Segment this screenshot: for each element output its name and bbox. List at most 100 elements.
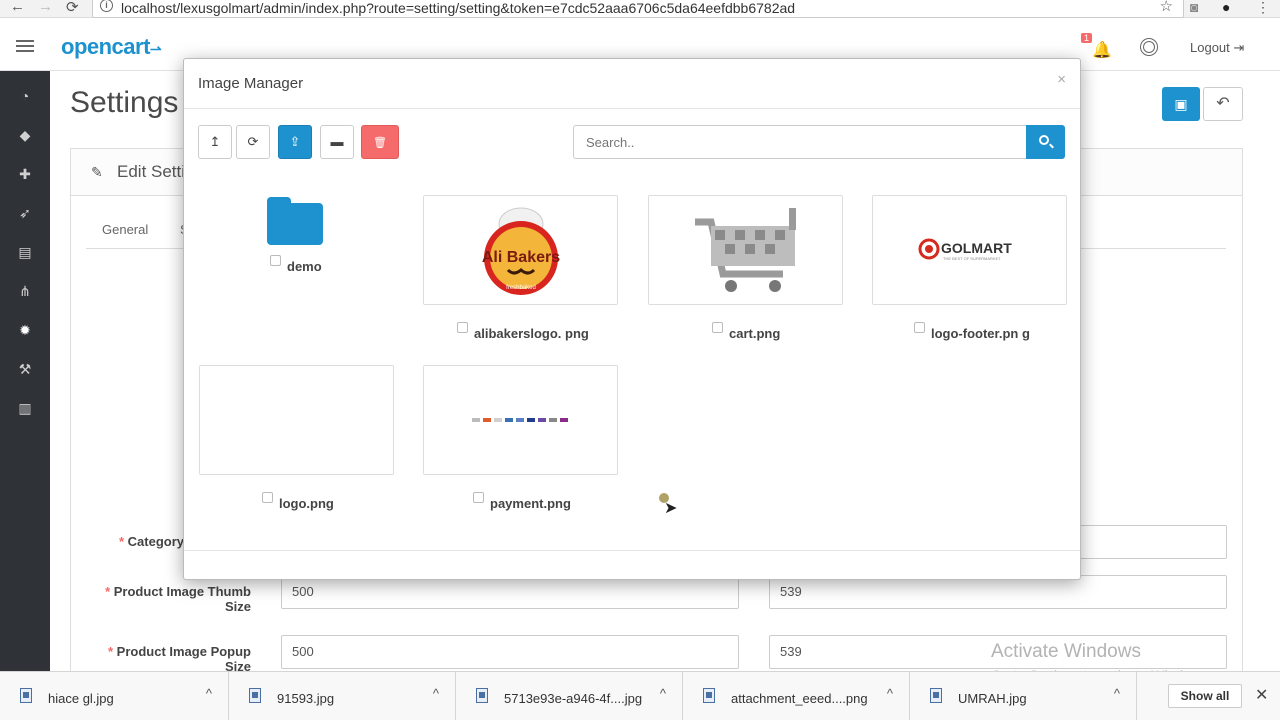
svg-text:Ali Bakers: Ali Bakers [482,249,560,266]
golmart-logo-image: GOLMART THE BEST OF SUPERMARKET [918,238,1012,261]
show-all-button[interactable]: Show all [1168,684,1242,708]
pencil-icon: ✎ [91,164,103,180]
download-item[interactable]: 5713e93e-a946-4f....jpg ^ [456,672,683,720]
logout-icon: ⇥ [1233,40,1245,55]
cart-icon[interactable]: ▤ [16,244,34,260]
download-filename: attachment_eeed....png [731,691,868,706]
level-up-icon: ↥ [209,134,221,149]
folder-icon: ▬ [330,134,344,149]
modal-title: Image Manager [198,75,304,92]
search-button[interactable] [1026,125,1065,159]
thumb-logo[interactable] [199,365,394,475]
chevron-up-icon[interactable]: ^ [887,686,893,701]
svg-text:freshbaked: freshbaked [506,285,536,291]
help-lifebuoy-icon[interactable] [1140,38,1158,56]
share-icon[interactable]: ⋔ [16,283,34,299]
chevron-up-icon[interactable]: ^ [660,686,666,701]
page-title: Settings [70,86,179,119]
payment-methods-image [472,418,568,422]
select-checkbox[interactable] [473,492,484,503]
select-checkbox[interactable] [712,322,723,333]
extension-icon[interactable]: ● [1222,0,1230,15]
download-item[interactable]: 91593.jpg ^ [229,672,456,720]
browser-toolbar: ← → ⟳ i localhost/lexusgolmart/admin/ind… [0,0,1280,18]
download-filename: UMRAH.jpg [958,691,1027,706]
select-checkbox[interactable] [914,322,925,333]
thumb-alibakerslogo[interactable]: Ali Bakers freshbaked [423,195,618,305]
thumb-payment[interactable] [423,365,618,475]
opencart-logo[interactable]: opencart⇀ [61,34,162,60]
popup-size-label: * Product Image Popup Size [107,644,251,674]
tags-icon[interactable]: ◆ [16,127,34,143]
url-text[interactable]: localhost/lexusgolmart/admin/index.php?r… [121,0,795,16]
notification-bell-icon[interactable]: 1 🔔 [1081,33,1112,60]
logo-cart-icon: ⇀ [149,41,162,57]
left-sidebar: ◔ ◆ ✚ ➶ ▤ ⋔ ✹ ⚒ ▥ [0,71,50,671]
trash-icon: 🗑 [373,137,387,149]
back-icon[interactable]: ← [10,0,25,15]
logout-link[interactable]: Logout ⇥ [1190,40,1244,56]
download-item[interactable]: hiace gl.jpg ^ [0,672,229,720]
parent-folder-button[interactable]: ↥ [198,125,232,159]
chart-icon[interactable]: ▥ [16,400,34,416]
tab-general[interactable]: General [102,222,148,237]
item-label-alibakerslogo[interactable]: alibakerslogo. png [457,322,589,341]
reload-icon[interactable]: ⟳ [66,0,79,16]
refresh-icon: ⟳ [247,134,259,149]
thumb-logo-footer[interactable]: GOLMART THE BEST OF SUPERMARKET [872,195,1067,305]
chevron-up-icon[interactable]: ^ [1114,686,1120,701]
select-checkbox[interactable] [262,492,273,503]
address-bar[interactable]: i localhost/lexusgolmart/admin/index.php… [92,0,1184,18]
wrench-icon[interactable]: ⚒ [16,361,34,377]
camera-icon[interactable]: ◙ [1190,0,1198,15]
item-label-logo-footer[interactable]: logo-footer.pn g [914,322,1030,341]
delete-button[interactable]: 🗑 [361,125,399,159]
thumb-cart[interactable] [648,195,843,305]
popup-width-input[interactable]: 500 [281,635,739,669]
rocket-icon[interactable]: ➶ [16,205,34,221]
upload-button[interactable]: ⇪ [278,125,312,159]
search-input[interactable] [573,125,1028,159]
browser-menu-icon[interactable]: ⋮ [1256,0,1270,16]
logout-label: Logout [1190,40,1230,55]
bookmark-star-icon[interactable]: ☆ [1160,0,1173,15]
gear-icon[interactable]: ✹ [16,322,34,338]
activate-windows-title: Activate Windows [991,641,1141,662]
item-label-logo[interactable]: logo.png [262,492,334,511]
close-downloads-icon[interactable]: ✕ [1255,685,1268,705]
downloads-bar: hiace gl.jpg ^ 91593.jpg ^ 5713e93e-a946… [0,671,1280,720]
dashboard-icon[interactable]: ◔ [16,88,34,104]
refresh-button[interactable]: ⟳ [236,125,270,159]
chevron-up-icon[interactable]: ^ [433,686,439,701]
image-file-icon [20,688,32,703]
forward-icon[interactable]: → [38,0,53,15]
download-filename: 91593.jpg [277,691,335,706]
modal-footer-divider [184,550,1080,551]
svg-text:THE BEST OF SUPERMARKET: THE BEST OF SUPERMARKET [943,256,1001,261]
new-folder-button[interactable]: ▬ [320,125,354,159]
download-item[interactable]: UMRAH.jpg ^ [910,672,1137,720]
thumb-size-label: * Product Image Thumb Size [105,584,251,614]
mouse-cursor-icon: ➤ [664,500,678,517]
save-button[interactable]: ▣ [1162,87,1200,121]
modal-header: Image Manager × [184,59,1080,109]
thumb-height-input[interactable]: 539 [769,575,1227,609]
notification-badge: 1 [1081,33,1093,43]
panel-title: Edit Setti [117,162,186,181]
demo-folder-icon[interactable] [267,197,323,245]
image-file-icon [703,688,715,703]
modal-close-button[interactable]: × [1057,71,1066,88]
back-button[interactable]: ↶ [1203,87,1243,121]
item-label-cart[interactable]: cart.png [712,322,780,341]
save-icon: ▣ [1174,96,1188,112]
chevron-up-icon[interactable]: ^ [206,686,212,701]
item-label-payment[interactable]: payment.png [473,492,571,511]
select-checkbox[interactable] [457,322,468,333]
select-checkbox[interactable] [270,255,281,266]
puzzle-icon[interactable]: ✚ [16,166,34,182]
download-item[interactable]: attachment_eeed....png ^ [683,672,910,720]
item-label-demo[interactable]: demo [270,255,322,274]
info-icon[interactable]: i [100,0,113,12]
menu-toggle-icon[interactable] [16,40,34,55]
thumb-width-input[interactable]: 500 [281,575,739,609]
